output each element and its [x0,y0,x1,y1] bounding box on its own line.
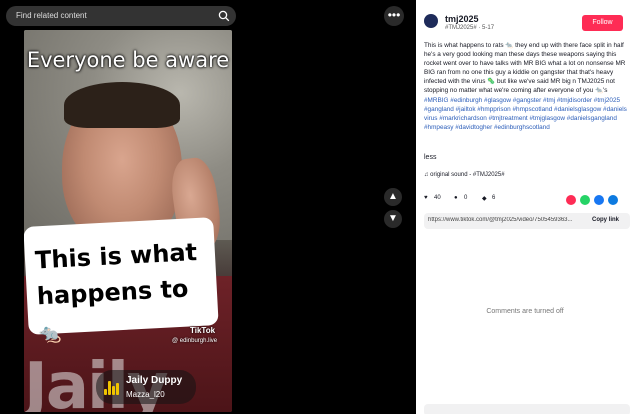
search-icon[interactable] [218,10,230,22]
link-url[interactable]: https://www.tiktok.com/@tmj2025/video/75… [428,217,584,223]
sound-row[interactable]: ♫ original sound - #TMJ2025# [424,172,505,178]
rat-emoji: 🐀 [38,323,62,346]
sound-label: original sound - #TMJ2025# [430,172,505,178]
video-caption-box: This is what happens to 🐀 [24,217,219,345]
heart-icon[interactable]: ♥ [424,195,428,201]
more-icon[interactable]: ••• [384,6,404,26]
facebook-icon[interactable] [594,195,604,205]
author-subtitle: #TMJ2025# · 5-17 [445,25,495,31]
video-overlay-text: Everyone be aware [26,48,230,72]
tiktok-watermark: TikTok [190,326,216,335]
whatsapp-icon[interactable] [580,195,590,205]
link-row: https://www.tiktok.com/@tmj2025/video/75… [424,213,630,229]
description-hashtags[interactable]: #MRBIG #edinburgh #glasgow #gangster #tm… [424,97,627,131]
music-artist: Mazza_l20 [126,390,165,399]
less-link[interactable]: less [424,154,436,161]
comment-count: 0 [464,195,468,201]
search-input[interactable]: Find related content [6,6,236,26]
video-description: This is what happens to rats 🐀 they end … [424,41,630,132]
save-count: 6 [492,195,496,201]
video-person-hair [64,82,180,128]
video-area: Find related content ••• Jaily Everyone … [0,0,416,414]
chevron-down-icon[interactable]: ▼ [384,210,402,228]
avatar[interactable] [424,14,438,28]
twitter-icon[interactable] [608,195,618,205]
actions-row: ♥ 40 ● 0 ◆ 6 [424,195,630,207]
music-pill: Jaily Duppy Mazza_l20 [96,370,196,404]
author-name[interactable]: tmj2025 [445,14,479,24]
caption-text: This is what happens to [34,238,198,311]
comment-icon[interactable]: ● [454,195,458,201]
bookmark-icon[interactable]: ◆ [482,195,487,202]
comment-input-bar [424,404,630,414]
search-placeholder: Find related content [16,11,87,20]
description-text: This is what happens to rats 🐀 they end … [424,42,626,95]
music-bars-icon [104,379,120,395]
tiktok-watermark-handle: @ edinburgh.live [172,338,218,344]
share-icon[interactable] [566,195,576,205]
details-panel: tmj2025 #TMJ2025# · 5-17 Follow This is … [416,0,634,414]
like-count: 40 [434,195,441,201]
chevron-up-icon[interactable]: ▲ [384,188,402,206]
follow-button[interactable]: Follow [582,15,623,31]
copy-link-button[interactable]: Copy link [592,217,619,223]
music-title: Jaily Duppy [126,375,183,386]
video-player[interactable]: Jaily Everyone be aware This is what hap… [24,30,232,412]
comments-off-text: Comments are turned off [486,308,564,315]
video-caption: This is what happens to 🐀 [34,233,220,353]
